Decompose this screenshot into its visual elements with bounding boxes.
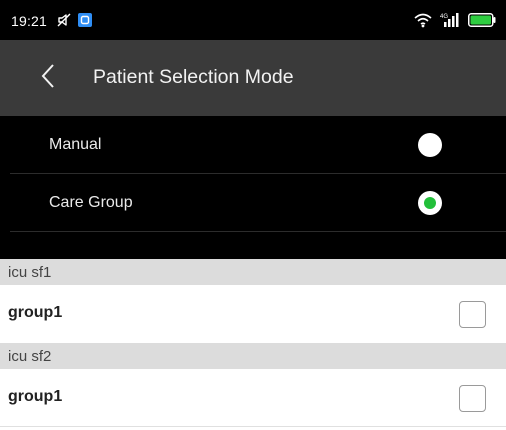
- section-header: icu sf1: [0, 259, 506, 285]
- mute-icon: [56, 12, 72, 33]
- group-checkbox[interactable]: [459, 301, 486, 328]
- page-title: Patient Selection Mode: [93, 66, 294, 88]
- app-header: Patient Selection Mode: [0, 40, 506, 116]
- section-header-label: icu sf2: [8, 348, 52, 365]
- battery-icon: [468, 13, 496, 32]
- radio-selected-dot: [424, 197, 436, 209]
- status-time: 19:21: [11, 13, 48, 29]
- divider: [10, 231, 506, 232]
- mode-option-label: Care Group: [49, 194, 133, 211]
- group-checkbox[interactable]: [459, 385, 486, 412]
- section-header-label: icu sf1: [8, 264, 52, 281]
- chevron-left-icon: [40, 63, 56, 94]
- list-item-group[interactable]: group1: [0, 285, 506, 342]
- app-notification-icon: [78, 13, 92, 32]
- status-left-icons: [56, 12, 92, 33]
- divider: [0, 426, 506, 427]
- mode-list: Manual Care Group: [0, 116, 506, 259]
- radio-button-selected[interactable]: [418, 191, 442, 215]
- signal-4g-icon: 4G: [440, 12, 460, 33]
- mode-option-care-group[interactable]: Care Group: [0, 174, 506, 232]
- wifi-icon: [414, 12, 432, 33]
- list-item-group[interactable]: group1: [0, 369, 506, 426]
- back-button[interactable]: [32, 62, 64, 94]
- radio-button-unselected[interactable]: [418, 133, 442, 157]
- signal-label: 4G: [440, 14, 448, 20]
- mode-option-label: Manual: [49, 136, 102, 153]
- list-item-label: group1: [8, 388, 63, 405]
- mode-option-manual[interactable]: Manual: [0, 116, 506, 174]
- section-header: icu sf2: [0, 343, 506, 369]
- battery-fill: [470, 15, 491, 25]
- status-bar: 19:21 4G: [0, 0, 506, 40]
- list-item-label: group1: [8, 304, 63, 321]
- status-right-icons: 4G: [414, 12, 496, 33]
